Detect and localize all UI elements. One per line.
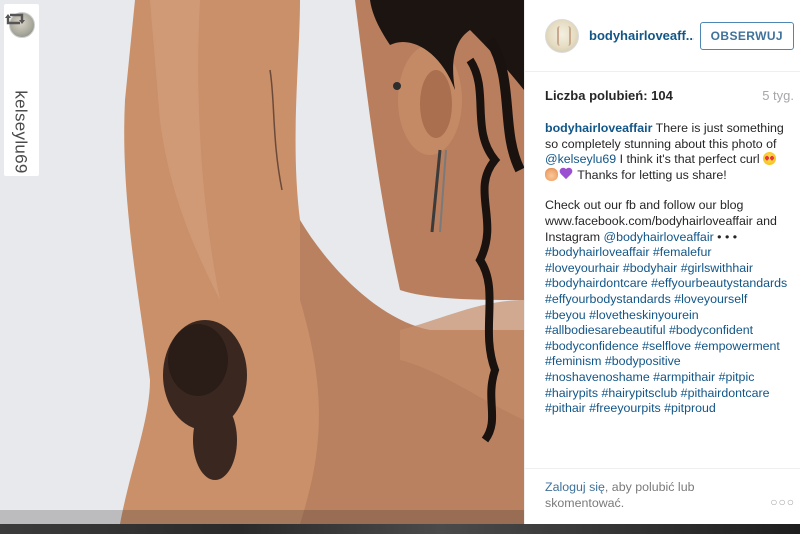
account-avatar[interactable] xyxy=(545,18,579,53)
post-panel: bodyhairloveaff... OBSERWUJ Liczba polub… xyxy=(524,0,800,524)
girl-emoji-icon xyxy=(545,167,558,181)
likes-row: Liczba polubień: 104 5 tyg. xyxy=(525,72,800,103)
likes-count: Liczba polubień: 104 xyxy=(545,88,673,103)
caption-author[interactable]: bodyhairloveaffair xyxy=(545,121,652,135)
caption-text: • • • xyxy=(713,229,738,244)
login-link[interactable]: Zaloguj się xyxy=(545,480,605,494)
post-footer: Zaloguj się, aby polubić lub skomentować… xyxy=(525,468,800,524)
post-header: bodyhairloveaff... OBSERWUJ xyxy=(525,0,800,72)
mention-link[interactable]: @kelseylu69 xyxy=(545,152,616,166)
post-time[interactable]: 5 tyg. xyxy=(762,88,794,103)
follow-button[interactable]: OBSERWUJ xyxy=(699,21,794,50)
login-prompt: Zaloguj się, aby polubić lub skomentować… xyxy=(545,479,735,511)
repost-badge: kelseylu69 xyxy=(4,4,39,176)
heart-eyes-emoji-icon xyxy=(763,152,777,166)
repost-icon xyxy=(5,13,25,25)
mention-link[interactable]: @bodyhairloveaffair xyxy=(604,230,714,244)
more-options-icon[interactable]: ○○○ xyxy=(770,495,795,509)
purple-heart-emoji-icon xyxy=(559,168,573,181)
post-photo[interactable]: kelseylu69 xyxy=(0,0,524,524)
caption-text: I think it's that perfect curl xyxy=(616,152,764,167)
caption-text: Thanks for letting us share! xyxy=(574,167,727,182)
bottom-strip xyxy=(0,524,800,534)
hashtag-links[interactable]: #bodyhairloveaffair #femalefur #loveyour… xyxy=(545,245,787,415)
repost-username: kelseylu69 xyxy=(11,90,31,174)
account-username[interactable]: bodyhairloveaff... xyxy=(589,28,694,43)
post-caption: bodyhairloveaffair There is just somethi… xyxy=(525,103,800,417)
photo-illustration xyxy=(0,0,524,524)
